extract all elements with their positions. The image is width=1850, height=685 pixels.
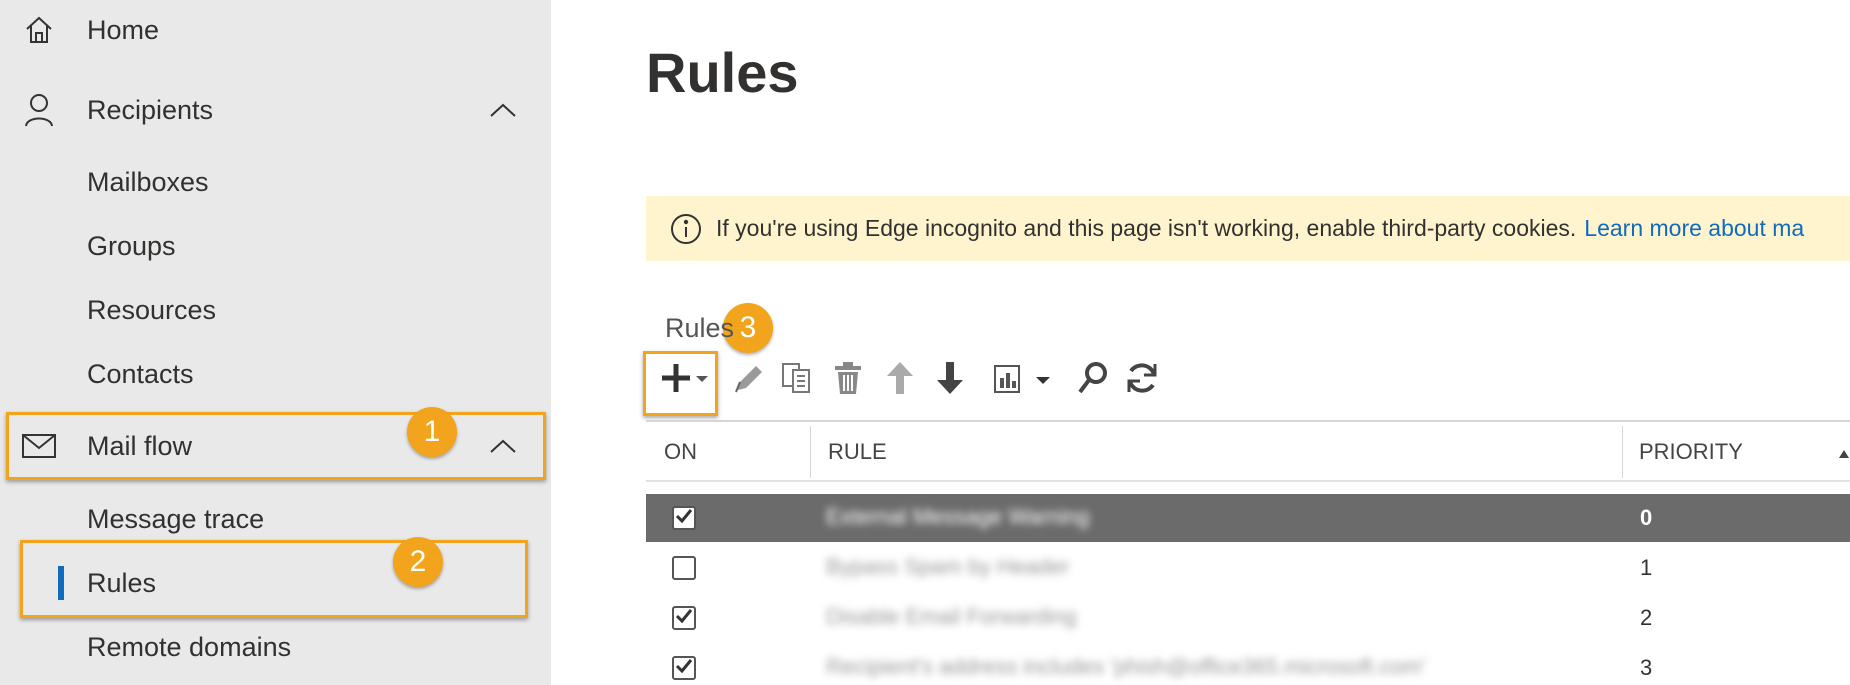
search-button[interactable]: [1073, 358, 1113, 402]
check-icon: [675, 658, 693, 679]
nav-item-home-label: Home: [87, 14, 160, 45]
sort-ascending-icon[interactable]: [1838, 446, 1850, 464]
nav-item-remote-domains[interactable]: Remote domains: [0, 630, 551, 664]
rule-name: Disable Email Forwarding: [826, 604, 1077, 629]
rule-priority: 2: [1640, 605, 1653, 630]
nav-item-contacts[interactable]: Contacts: [0, 357, 551, 391]
nav-item-recipients-label: Recipients: [87, 94, 214, 125]
refresh-icon: [1124, 360, 1160, 401]
table-row[interactable]: Disable Email Forwarding 2: [646, 594, 1850, 642]
nav-item-groups[interactable]: Groups: [0, 229, 551, 263]
add-icon: [658, 358, 710, 403]
rule-priority: 0: [1640, 505, 1653, 530]
nav-item-message-trace[interactable]: Message trace: [0, 502, 551, 536]
rule-name: Recipient's address includes 'phish@offi…: [826, 654, 1426, 679]
search-icon: [1076, 360, 1110, 401]
callout-box-rules: [20, 540, 528, 618]
nav-item-remote-domains-label: Remote domains: [87, 631, 292, 662]
edit-icon: [730, 360, 766, 401]
info-banner: If you're using Edge incognito and this …: [646, 196, 1850, 261]
check-icon: [675, 608, 693, 629]
move-down-icon: [935, 360, 965, 401]
column-header-on[interactable]: ON: [664, 422, 784, 482]
callout-badge-1: 1: [407, 407, 457, 457]
nav-item-home[interactable]: Home: [0, 13, 551, 47]
rule-enabled-checkbox[interactable]: [672, 556, 696, 580]
rule-name: Bypass Spam by Header: [826, 554, 1070, 579]
edit-button[interactable]: [728, 358, 768, 402]
rules-table-header: ON RULE PRIORITY: [646, 420, 1850, 482]
nav-item-mailboxes-label: Mailboxes: [87, 166, 209, 197]
nav-item-recipients[interactable]: Recipients: [0, 93, 551, 127]
column-header-priority[interactable]: PRIORITY: [1639, 422, 1799, 482]
callout-box-mail-flow: [6, 412, 546, 480]
copy-icon: [779, 360, 815, 401]
rule-enabled-checkbox[interactable]: [672, 606, 696, 630]
column-separator: [1622, 426, 1623, 478]
rule-enabled-checkbox[interactable]: [672, 656, 696, 680]
delete-icon: [831, 360, 865, 401]
add-button[interactable]: [655, 358, 713, 402]
move-down-button[interactable]: [930, 358, 970, 402]
column-header-rule[interactable]: RULE: [828, 422, 1428, 482]
column-separator: [810, 426, 811, 478]
nav-item-groups-label: Groups: [87, 230, 176, 261]
nav-item-resources[interactable]: Resources: [0, 293, 551, 327]
info-icon: [670, 213, 702, 245]
report-icon: [992, 360, 1054, 401]
person-icon: [22, 93, 56, 127]
check-icon: [675, 508, 693, 529]
report-dropdown-button[interactable]: [990, 358, 1056, 402]
delete-button[interactable]: [828, 358, 868, 402]
refresh-button[interactable]: [1122, 358, 1162, 402]
nav-item-message-trace-label: Message trace: [87, 503, 265, 534]
copy-button[interactable]: [777, 358, 817, 402]
move-up-button[interactable]: [880, 358, 920, 402]
nav-item-resources-label: Resources: [87, 294, 217, 325]
table-row[interactable]: External Message Warning 0: [646, 494, 1850, 542]
rules-section-label: Rules: [665, 313, 735, 343]
rule-priority: 1: [1640, 555, 1653, 580]
chevron-up-icon[interactable]: [486, 93, 520, 127]
rule-priority: 3: [1640, 655, 1653, 680]
banner-message: If you're using Edge incognito and this …: [716, 215, 1577, 241]
page-title: Rules: [646, 41, 799, 104]
table-row[interactable]: Recipient's address includes 'phish@offi…: [646, 644, 1850, 685]
banner-learn-more-link[interactable]: Learn more about ma: [1584, 215, 1804, 242]
rule-name: External Message Warning: [826, 504, 1090, 529]
rule-enabled-checkbox[interactable]: [672, 506, 696, 530]
home-icon: [22, 13, 56, 47]
nav-item-mailboxes[interactable]: Mailboxes: [0, 165, 551, 199]
callout-badge-2: 2: [393, 537, 443, 587]
nav-item-contacts-label: Contacts: [87, 358, 194, 389]
table-row[interactable]: Bypass Spam by Header 1: [646, 544, 1850, 592]
move-up-icon: [885, 360, 915, 401]
